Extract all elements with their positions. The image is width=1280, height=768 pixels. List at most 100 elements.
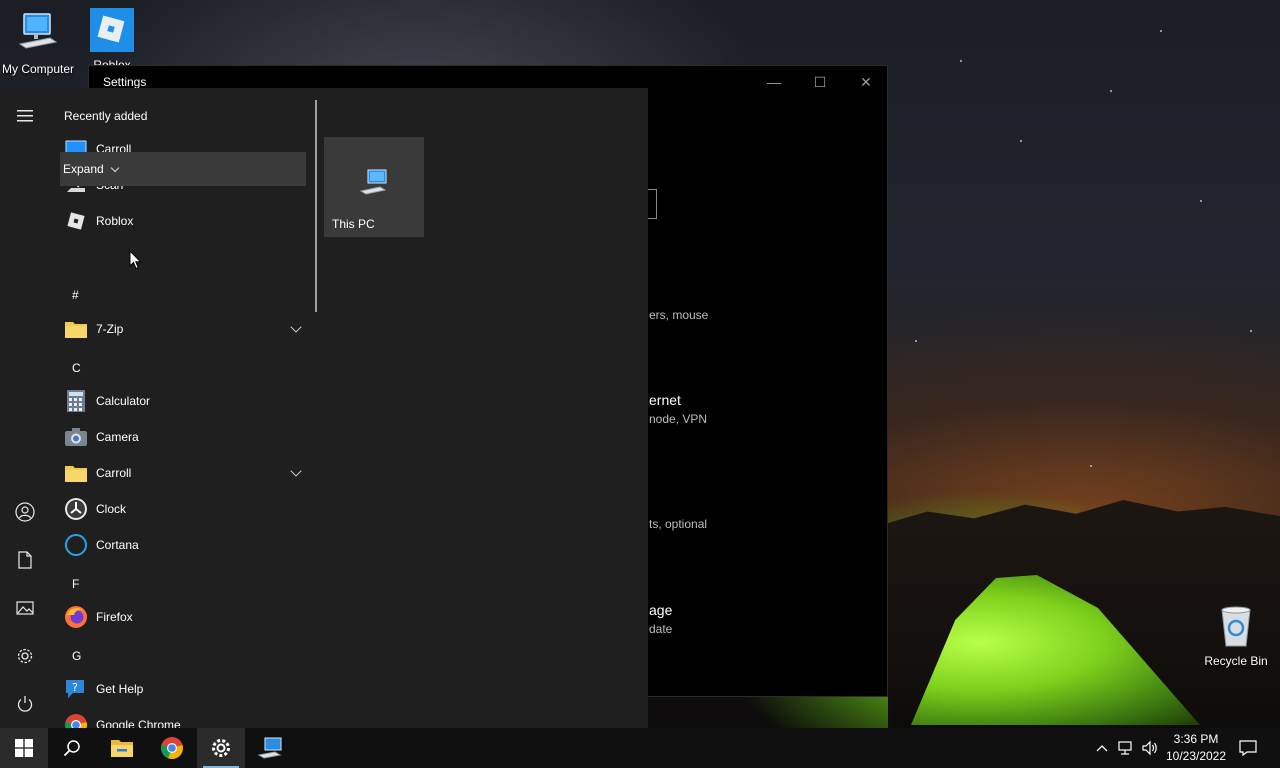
app-label: Camera	[96, 430, 139, 444]
app-item-clock[interactable]: Clock	[60, 491, 306, 527]
chrome-icon	[64, 713, 88, 728]
taskbar-remote-desktop[interactable]	[246, 728, 294, 768]
calculator-icon	[64, 389, 88, 413]
power-icon[interactable]	[13, 692, 37, 716]
wallpaper-star	[1250, 330, 1252, 332]
svg-text:?: ?	[72, 681, 78, 694]
clock-time: 3:36 PM	[1173, 732, 1219, 746]
chevron-up-icon[interactable]	[1092, 738, 1112, 758]
taskbar-file-explorer[interactable]	[98, 728, 146, 768]
wallpaper-star	[915, 340, 917, 342]
chevron-down-icon[interactable]	[290, 321, 302, 333]
settings-category-network-title[interactable]: ernet	[649, 392, 681, 408]
app-item-7zip[interactable]: 7-Zip	[60, 311, 306, 347]
roblox-icon	[88, 6, 136, 54]
app-label: 7-Zip	[96, 322, 124, 336]
chevron-down-icon[interactable]	[290, 465, 302, 477]
app-item-roblox[interactable]: Roblox	[60, 203, 306, 239]
app-item-calculator[interactable]: Calculator	[60, 383, 306, 419]
documents-icon[interactable]	[13, 548, 37, 572]
app-label: Get Help	[96, 682, 144, 696]
app-label: Roblox	[96, 214, 134, 228]
desktop-icon-label: My Computer	[1, 62, 75, 76]
wallpaper-star	[1110, 90, 1112, 92]
expand-button[interactable]: Expand	[60, 152, 306, 186]
clock-icon	[64, 497, 88, 521]
settings-category-time-language-title[interactable]: age	[649, 602, 672, 618]
minimize-button[interactable]: —	[751, 66, 797, 98]
settings-gear-icon	[212, 739, 230, 757]
wallpaper-star	[1020, 140, 1022, 142]
taskbar-clock[interactable]: 3:36 PM 10/23/2022	[1160, 731, 1232, 765]
search-button[interactable]	[48, 728, 96, 768]
desktop-icon-recycle-bin[interactable]: Recycle Bin	[1198, 602, 1274, 668]
taskbar-chrome[interactable]	[148, 728, 196, 768]
pictures-icon[interactable]	[13, 596, 37, 620]
volume-icon[interactable]	[1140, 738, 1160, 758]
cortana-icon	[64, 533, 88, 557]
start-button[interactable]	[0, 728, 48, 768]
user-icon[interactable]	[13, 500, 37, 524]
app-label: Calculator	[96, 394, 151, 408]
app-list-scrollbar[interactable]	[315, 100, 317, 312]
group-letter-c[interactable]: C	[72, 361, 81, 375]
folder-icon	[64, 461, 88, 485]
close-icon: ✕	[860, 73, 872, 90]
expand-label: Expand	[63, 162, 104, 176]
maximize-icon: ☐	[813, 73, 827, 90]
help-icon: ?	[64, 677, 88, 701]
app-label: Cortana	[96, 538, 139, 552]
wallpaper-star	[1160, 30, 1162, 32]
recycle-bin-icon	[1212, 602, 1260, 650]
this-pc-icon	[358, 167, 390, 204]
network-icon[interactable]	[1116, 738, 1136, 758]
start-menu-rail	[0, 88, 50, 728]
remote-desktop-icon	[257, 737, 282, 759]
clock-date: 10/23/2022	[1165, 749, 1227, 763]
settings-gear-icon[interactable]	[13, 644, 37, 668]
settings-category-network-desc[interactable]: node, VPN	[649, 412, 707, 426]
recently-added-header: Recently added	[64, 109, 148, 123]
group-letter-g[interactable]: G	[72, 649, 81, 663]
firefox-icon	[64, 605, 88, 629]
app-label: Clock	[96, 502, 127, 516]
wallpaper-star	[1090, 465, 1092, 467]
settings-category-apps-desc[interactable]: ts, optional	[649, 517, 707, 531]
tile-label: This PC	[332, 217, 375, 231]
app-item-get-help[interactable]: ? Get Help	[60, 671, 306, 707]
taskbar: 3:36 PM 10/23/2022	[0, 728, 1280, 768]
hamburger-menu-icon[interactable]	[13, 104, 37, 128]
maximize-button[interactable]: ☐	[797, 66, 843, 98]
app-item-carroll-folder[interactable]: Carroll	[60, 455, 306, 491]
desktop-icon-my-computer[interactable]: My Computer	[0, 10, 76, 76]
app-label: Firefox	[96, 610, 133, 624]
close-button[interactable]: ✕	[843, 66, 889, 98]
app-item-cortana[interactable]: Cortana	[60, 527, 306, 563]
desktop-icon-label: Recycle Bin	[1204, 654, 1268, 668]
desktop-icon-roblox[interactable]: Roblox	[74, 6, 150, 72]
windows-start-icon	[15, 739, 33, 757]
window-title: Settings	[103, 75, 147, 89]
chevron-down-icon	[110, 163, 119, 172]
app-item-camera[interactable]: Camera	[60, 419, 306, 455]
camera-icon	[64, 425, 88, 449]
group-letter-f[interactable]: F	[72, 577, 79, 591]
app-label: Carroll	[96, 466, 132, 480]
mouse-cursor-icon	[129, 249, 142, 275]
group-letter-hash[interactable]: #	[72, 288, 79, 302]
app-label: Google Chrome	[96, 718, 181, 728]
taskbar-settings[interactable]	[197, 728, 245, 768]
settings-category-time-language-desc[interactable]: date	[649, 622, 672, 636]
settings-category-devices-desc[interactable]: ers, mouse	[649, 308, 708, 322]
action-center-icon[interactable]	[1238, 738, 1258, 758]
minimize-icon: —	[767, 74, 781, 90]
roblox-icon	[64, 209, 88, 233]
wallpaper-star	[960, 60, 962, 62]
search-icon	[63, 740, 80, 757]
tile-this-pc[interactable]: This PC	[324, 137, 424, 237]
wallpaper-star	[1200, 200, 1202, 202]
folder-icon	[64, 317, 88, 341]
app-item-google-chrome[interactable]: Google Chrome	[60, 707, 306, 728]
monitor-icon	[14, 10, 62, 58]
app-item-firefox[interactable]: Firefox	[60, 599, 306, 635]
